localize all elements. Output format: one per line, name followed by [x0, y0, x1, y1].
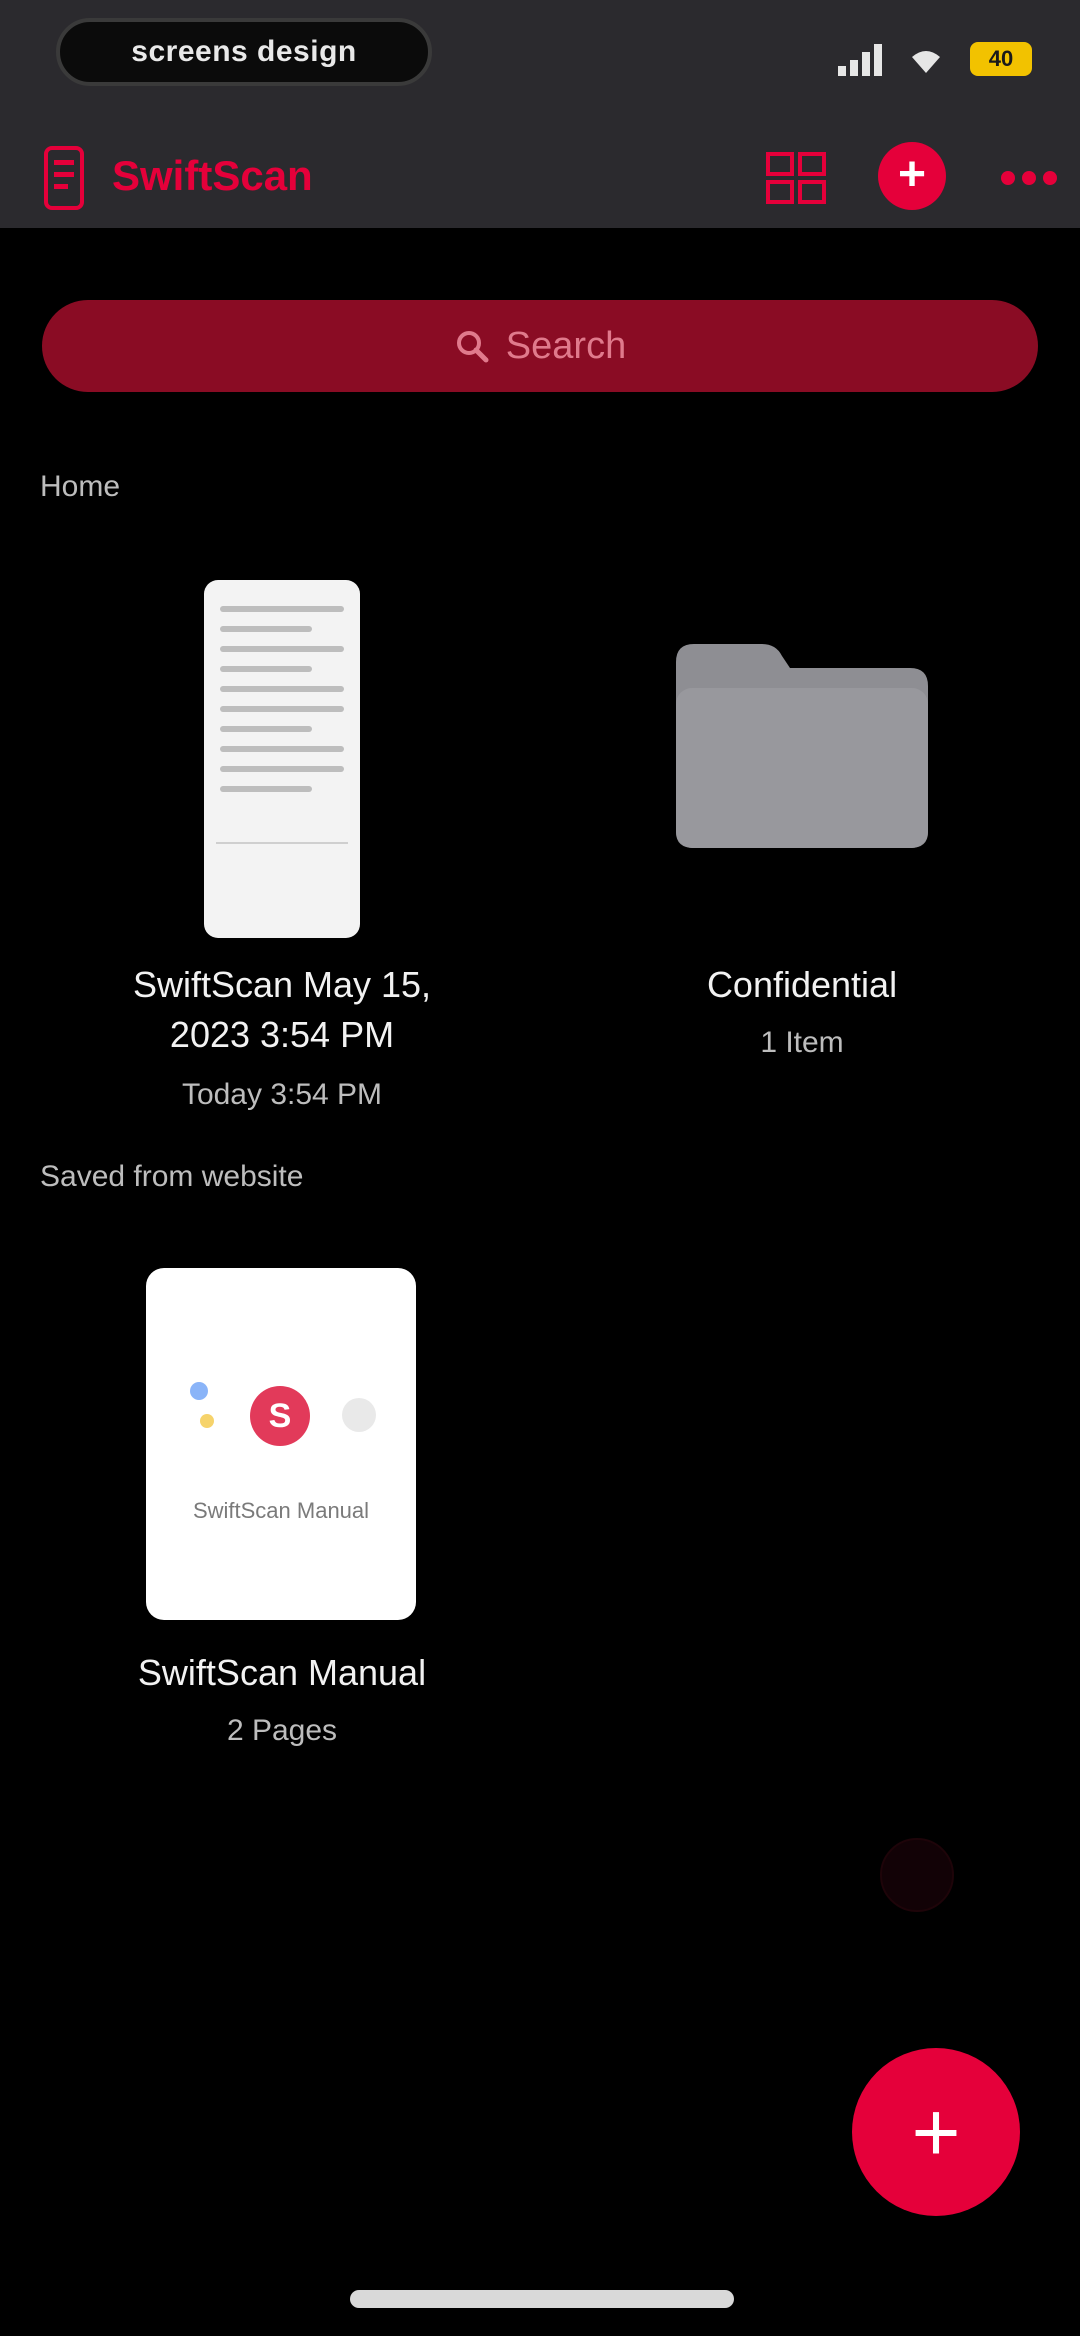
manual-title: SwiftScan Manual	[137, 1652, 427, 1693]
thumb-divider	[216, 842, 348, 844]
thumb-line	[220, 666, 312, 672]
manual-thumbnail[interactable]: S SwiftScan Manual	[146, 1268, 416, 1620]
manual-thumb-label: SwiftScan Manual	[192, 1498, 370, 1523]
thumb-line	[220, 706, 344, 712]
decor-dot	[342, 1398, 376, 1432]
thumb-line	[220, 746, 344, 752]
home-indicator[interactable]	[350, 2290, 734, 2308]
manual-pages: 2 Pages	[226, 1714, 338, 1747]
thumb-line	[220, 686, 344, 692]
folder-count: 1 Item	[760, 1026, 844, 1059]
status-bar-icons: 40	[838, 34, 1032, 84]
thumb-line	[220, 766, 344, 772]
thumb-line	[220, 606, 344, 612]
wifi-icon	[906, 43, 946, 75]
folder-icon[interactable]	[672, 632, 932, 852]
document-title-line2: 2023 3:54 PM	[169, 1014, 395, 1055]
manual-logo-icon: S	[250, 1386, 310, 1446]
thumb-line	[220, 626, 312, 632]
thumb-line	[220, 786, 312, 792]
search-bar[interactable]: Search	[42, 300, 1038, 392]
battery-label: 40	[988, 46, 1014, 71]
plus-icon: +	[911, 2085, 961, 2179]
screen-recording-pill: screens design	[56, 18, 432, 86]
new-scan-button[interactable]: +	[878, 142, 946, 210]
add-fab-button[interactable]: +	[852, 2048, 1020, 2216]
decor-dot	[190, 1382, 208, 1400]
decor-dot	[200, 1414, 214, 1428]
grid-icon[interactable]	[764, 150, 828, 206]
document-date: Today 3:54 PM	[181, 1078, 383, 1111]
doc-logo-icon	[44, 146, 84, 210]
folder-title: Confidential	[706, 964, 898, 1005]
more-icon[interactable]	[998, 168, 1060, 188]
faint-overlay-circle	[880, 1838, 954, 1912]
app-title: SwiftScan	[112, 152, 313, 199]
battery-icon: 40	[970, 42, 1032, 76]
thumb-line	[220, 726, 312, 732]
document-thumbnail[interactable]	[204, 580, 360, 938]
document-title-line1: SwiftScan May 15,	[132, 964, 432, 1005]
section-title-home: Home	[40, 470, 121, 503]
app-header: SwiftScan +	[0, 128, 1080, 228]
search-icon	[454, 328, 490, 364]
plus-icon: +	[897, 148, 927, 201]
search-placeholder: Search	[505, 324, 627, 367]
thumb-line	[220, 646, 344, 652]
signal-icon	[838, 42, 882, 76]
recording-label: screens design	[131, 35, 357, 68]
section-title-saved: Saved from website	[40, 1160, 304, 1193]
